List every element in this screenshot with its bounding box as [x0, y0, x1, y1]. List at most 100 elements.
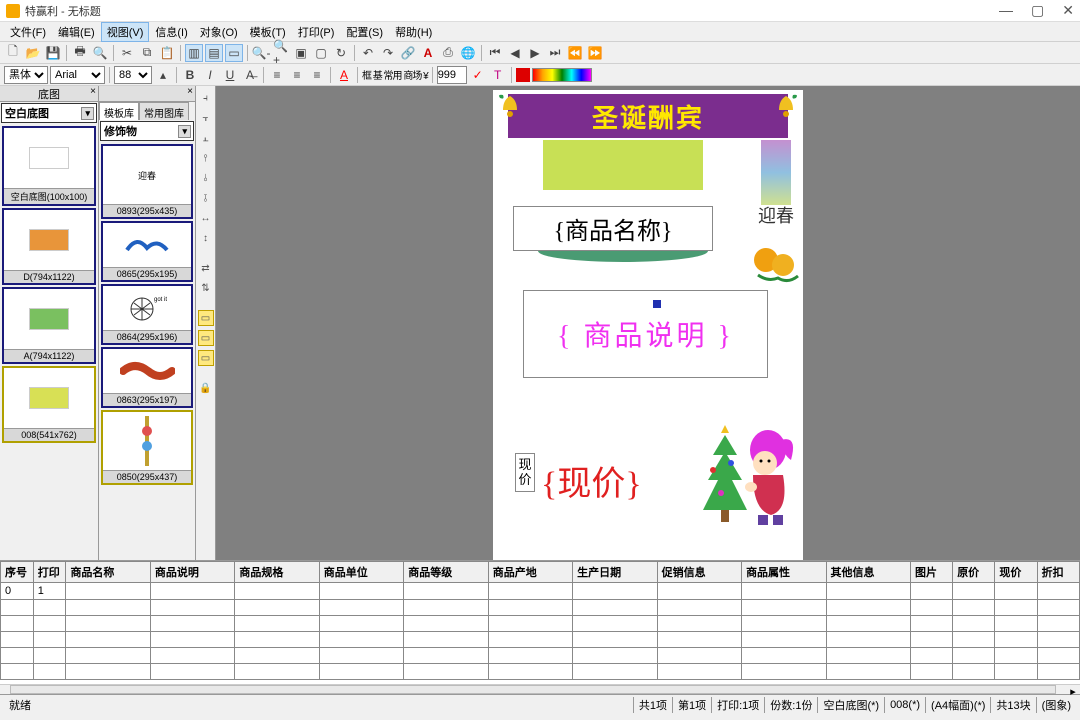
grid-cell[interactable] [488, 664, 572, 680]
tpl-thumb[interactable]: got it0864(295x196) [101, 284, 193, 345]
banner[interactable]: 圣诞酬宾 [508, 94, 788, 138]
grid-cell[interactable] [33, 648, 66, 664]
grid-cell[interactable] [66, 664, 150, 680]
tool-flip-v-icon[interactable]: ⇅ [198, 280, 214, 296]
grid-header[interactable]: 商品单位 [319, 562, 403, 583]
grid-cell[interactable] [33, 664, 66, 680]
grid-cell[interactable] [742, 616, 826, 632]
grid-cell[interactable] [1037, 600, 1079, 616]
tool-align-middle-icon[interactable]: ⫰ [198, 170, 214, 186]
grid-cell[interactable] [319, 648, 403, 664]
tpl-thumb[interactable]: 0863(295x197) [101, 347, 193, 408]
grid-cell[interactable] [66, 648, 150, 664]
prev-button[interactable]: ◀ [506, 44, 524, 62]
grid-cell[interactable] [319, 616, 403, 632]
grid-cell[interactable] [573, 583, 657, 600]
table-row[interactable] [1, 616, 1080, 632]
align-center-button[interactable]: ≡ [288, 66, 306, 84]
maximize-button[interactable]: ▢ [1031, 2, 1044, 19]
grid-cell[interactable] [573, 616, 657, 632]
grid-cell[interactable] [910, 583, 952, 600]
horizontal-scrollbar[interactable]: ▸ [0, 684, 1080, 694]
side-calendar[interactable]: 迎春 [751, 140, 801, 240]
grid-cell[interactable] [319, 632, 403, 648]
grid-cell[interactable] [33, 600, 66, 616]
save-button[interactable]: 💾 [44, 44, 62, 62]
grid-cell[interactable] [826, 648, 910, 664]
tpl-thumb[interactable]: 迎春0893(295x435) [101, 144, 193, 219]
bg-thumb[interactable]: 008(541x762) [2, 366, 96, 443]
grid-cell[interactable] [657, 632, 741, 648]
menu-item[interactable]: 打印(P) [292, 22, 341, 42]
grid-cell[interactable] [1, 632, 34, 648]
bold-button[interactable]: B [181, 66, 199, 84]
font-style-select[interactable]: 黑体 [4, 66, 48, 84]
rewind-button[interactable]: ⏪ [566, 44, 584, 62]
grid-cell[interactable] [1037, 583, 1079, 600]
grid-cell[interactable] [910, 616, 952, 632]
grid-cell[interactable] [488, 600, 572, 616]
panel-bg-close-icon[interactable]: × [90, 86, 96, 97]
grid-cell[interactable] [150, 632, 234, 648]
grid-cell[interactable] [953, 648, 995, 664]
cut-button[interactable]: ✂ [118, 44, 136, 62]
grid-cell[interactable] [953, 632, 995, 648]
grid-cell[interactable] [995, 632, 1037, 648]
grid-cell[interactable] [66, 616, 150, 632]
grid-cell[interactable] [235, 664, 319, 680]
grid-cell[interactable] [66, 600, 150, 616]
tab-template-library[interactable]: 模板库 [99, 102, 139, 120]
field-product-name[interactable]: {商品名称} [513, 206, 713, 251]
grid-cell[interactable] [150, 664, 234, 680]
check-button[interactable]: ✓ [469, 66, 487, 84]
grid-header[interactable]: 图片 [910, 562, 952, 583]
grid-cell[interactable] [826, 664, 910, 680]
paste-button[interactable]: 📋 [158, 44, 176, 62]
grid-cell[interactable] [826, 600, 910, 616]
grid-cell[interactable] [657, 648, 741, 664]
grid-cell[interactable] [573, 632, 657, 648]
preview-button[interactable]: 🔍 [91, 44, 109, 62]
grid-cell[interactable] [995, 583, 1037, 600]
font-color-button[interactable]: A [335, 66, 353, 84]
grid-header[interactable]: 商品规格 [235, 562, 319, 583]
data-grid[interactable]: 序号打印商品名称商品说明商品规格商品单位商品等级商品产地生产日期促销信息商品属性… [0, 560, 1080, 684]
grid-cell[interactable] [910, 600, 952, 616]
grid-cell[interactable] [235, 616, 319, 632]
first-button[interactable]: ⏮ [486, 44, 504, 62]
tool-a-button[interactable]: A [419, 44, 437, 62]
grid-header[interactable]: 序号 [1, 562, 34, 583]
grid-cell[interactable] [488, 648, 572, 664]
web-button[interactable]: 🌐 [459, 44, 477, 62]
grid-cell[interactable] [953, 664, 995, 680]
grid-cell[interactable] [995, 616, 1037, 632]
grid-cell[interactable] [404, 616, 488, 632]
grid-cell[interactable]: 1 [33, 583, 66, 600]
bg-thumb[interactable]: 空白底图(100x100) [2, 126, 96, 206]
zoom-in-button[interactable]: 🔍+ [272, 44, 290, 62]
grid-cell[interactable] [488, 632, 572, 648]
grid-cell[interactable] [319, 583, 403, 600]
minimize-button[interactable]: — [999, 2, 1013, 19]
grid-cell[interactable] [953, 616, 995, 632]
grid-cell[interactable] [150, 600, 234, 616]
grid-cell[interactable] [742, 600, 826, 616]
print-setup-button[interactable]: ⎙ [439, 44, 457, 62]
grid-cell[interactable] [150, 616, 234, 632]
grid-cell[interactable] [953, 583, 995, 600]
canvas-area[interactable]: 圣诞酬宾 迎春 {商品名称} { 商品说明 } 现价 {现价} [216, 86, 1080, 560]
menu-item[interactable]: 对象(O) [194, 22, 244, 42]
value-input[interactable] [437, 66, 467, 84]
grid-cell[interactable] [33, 632, 66, 648]
grid-header[interactable]: 生产日期 [573, 562, 657, 583]
grid-cell[interactable] [488, 583, 572, 600]
tool-align-center-icon[interactable]: ⫟ [198, 110, 214, 126]
italic-button[interactable]: I [201, 66, 219, 84]
grid-cell[interactable] [742, 664, 826, 680]
tool-dist-v-icon[interactable]: ↕ [198, 230, 214, 246]
grid-header[interactable]: 促销信息 [657, 562, 741, 583]
last-button[interactable]: ⏭ [546, 44, 564, 62]
tool-note3-icon[interactable]: ▭ [198, 350, 214, 366]
grid-cell[interactable] [404, 583, 488, 600]
flower-icon[interactable] [748, 240, 803, 285]
